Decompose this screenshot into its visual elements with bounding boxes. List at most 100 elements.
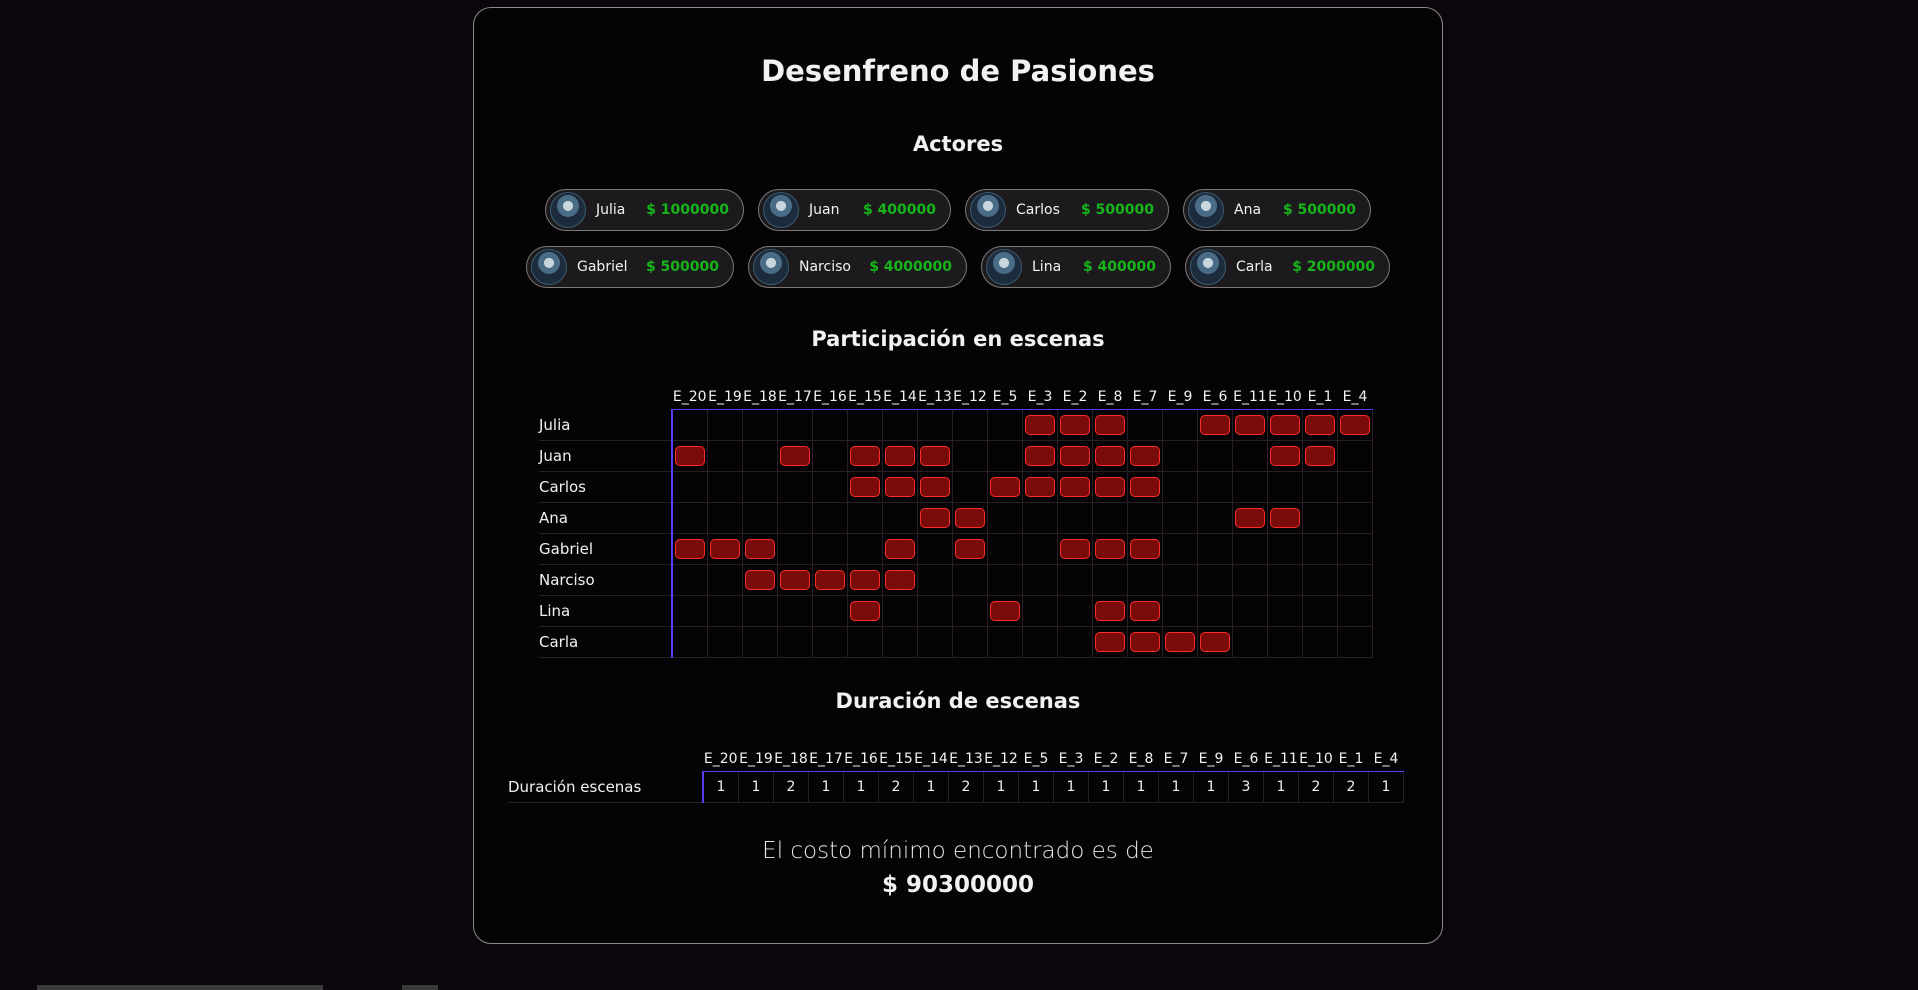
scene-header: E_4 xyxy=(1337,384,1373,410)
scene-header: E_8 xyxy=(1092,384,1128,410)
actor-name: Julia xyxy=(596,202,626,218)
scene-header: E_6 xyxy=(1228,746,1264,772)
duration-cell: 3 xyxy=(1228,771,1264,803)
participation-marker xyxy=(1130,632,1160,653)
scene-header: E_15 xyxy=(847,384,883,410)
participation-cell xyxy=(777,564,813,596)
participation-marker xyxy=(1095,446,1125,467)
participation-cell xyxy=(847,595,883,627)
participation-cell xyxy=(1302,626,1338,658)
participation-cell xyxy=(1267,564,1303,596)
horizontal-scrollbar[interactable] xyxy=(37,985,323,990)
participation-cell xyxy=(1197,471,1233,503)
participation-cell xyxy=(882,626,918,658)
avatar xyxy=(531,249,567,285)
actor-cost: $ 2000000 xyxy=(1292,259,1375,275)
actor-row-label: Gabriel xyxy=(539,533,673,565)
scene-header: E_20 xyxy=(672,384,708,410)
participation-cell xyxy=(1057,533,1093,565)
participation-cell xyxy=(1162,440,1198,472)
participation-cell xyxy=(742,471,778,503)
participation-cell xyxy=(952,440,988,472)
participation-cell xyxy=(952,409,988,441)
participation-cell xyxy=(1232,564,1268,596)
participation-cell xyxy=(1267,471,1303,503)
participation-cell xyxy=(952,502,988,534)
participation-cell xyxy=(952,595,988,627)
table-row: Gabriel xyxy=(539,533,1373,565)
participation-cell xyxy=(1232,626,1268,658)
avatar xyxy=(986,249,1022,285)
scene-header: E_6 xyxy=(1197,384,1233,410)
participation-cell xyxy=(707,409,743,441)
table-row: Julia xyxy=(539,409,1373,441)
scene-header: E_12 xyxy=(983,746,1019,772)
participation-cell xyxy=(707,502,743,534)
participation-cell xyxy=(671,440,708,472)
participation-cell xyxy=(952,564,988,596)
participation-cell xyxy=(987,595,1023,627)
duration-cell: 1 xyxy=(913,771,949,803)
participation-marker xyxy=(1235,415,1265,436)
participation-cell xyxy=(847,564,883,596)
participation-cell xyxy=(1162,595,1198,627)
participation-cell xyxy=(671,564,708,596)
participation-cell xyxy=(1302,533,1338,565)
actor-cost: $ 4000000 xyxy=(869,259,952,275)
participation-cell xyxy=(917,595,953,627)
participation-cell xyxy=(1267,440,1303,472)
participation-cell xyxy=(812,502,848,534)
scene-header: E_15 xyxy=(878,746,914,772)
participation-cell xyxy=(1092,502,1128,534)
participation-cell xyxy=(882,564,918,596)
participation-cell xyxy=(882,595,918,627)
duration-cell: 1 xyxy=(843,771,879,803)
actor-name: Narciso xyxy=(799,259,851,275)
participation-cell xyxy=(742,626,778,658)
participation-cell xyxy=(917,502,953,534)
participation-marker xyxy=(1270,415,1300,436)
corner-cell xyxy=(539,384,672,410)
actor-chip: Carla $ 2000000 xyxy=(1185,246,1390,288)
participation-cell xyxy=(987,564,1023,596)
participation-cell xyxy=(707,595,743,627)
actor-cost: $ 500000 xyxy=(1080,202,1154,218)
actors-heading: Actores xyxy=(912,132,1004,156)
participation-marker xyxy=(1130,539,1160,560)
participation-cell xyxy=(1022,533,1058,565)
participation-marker xyxy=(815,570,845,591)
participation-cell xyxy=(1057,595,1093,627)
participation-cell xyxy=(952,471,988,503)
participation-cell xyxy=(1197,564,1233,596)
participation-cell xyxy=(987,471,1023,503)
participation-marker xyxy=(1305,415,1335,436)
duration-cell: 1 xyxy=(1053,771,1089,803)
participation-cell xyxy=(1162,409,1198,441)
scene-header: E_17 xyxy=(808,746,844,772)
participation-cell xyxy=(1302,595,1338,627)
participation-cell xyxy=(1302,471,1338,503)
avatar xyxy=(550,192,586,228)
participation-cell xyxy=(777,471,813,503)
participation-cell xyxy=(812,595,848,627)
participation-cell xyxy=(1092,409,1128,441)
scene-header: E_9 xyxy=(1193,746,1229,772)
participation-cell xyxy=(1022,409,1058,441)
participation-marker xyxy=(675,539,705,560)
participation-cell xyxy=(707,440,743,472)
scene-header: E_19 xyxy=(738,746,774,772)
participation-marker xyxy=(780,570,810,591)
participation-cell xyxy=(707,564,743,596)
participation-cell xyxy=(671,409,708,441)
actor-row-label: Julia xyxy=(539,409,673,441)
scene-header: E_8 xyxy=(1123,746,1159,772)
participation-cell xyxy=(1267,409,1303,441)
scene-header: E_5 xyxy=(1018,746,1054,772)
participation-marker xyxy=(1235,508,1265,529)
participation-cell xyxy=(812,471,848,503)
participation-cell xyxy=(1232,502,1268,534)
participation-cell xyxy=(1302,409,1338,441)
scrollbar-segment[interactable] xyxy=(402,985,438,990)
participation-cell xyxy=(1092,533,1128,565)
participation-cell xyxy=(882,502,918,534)
